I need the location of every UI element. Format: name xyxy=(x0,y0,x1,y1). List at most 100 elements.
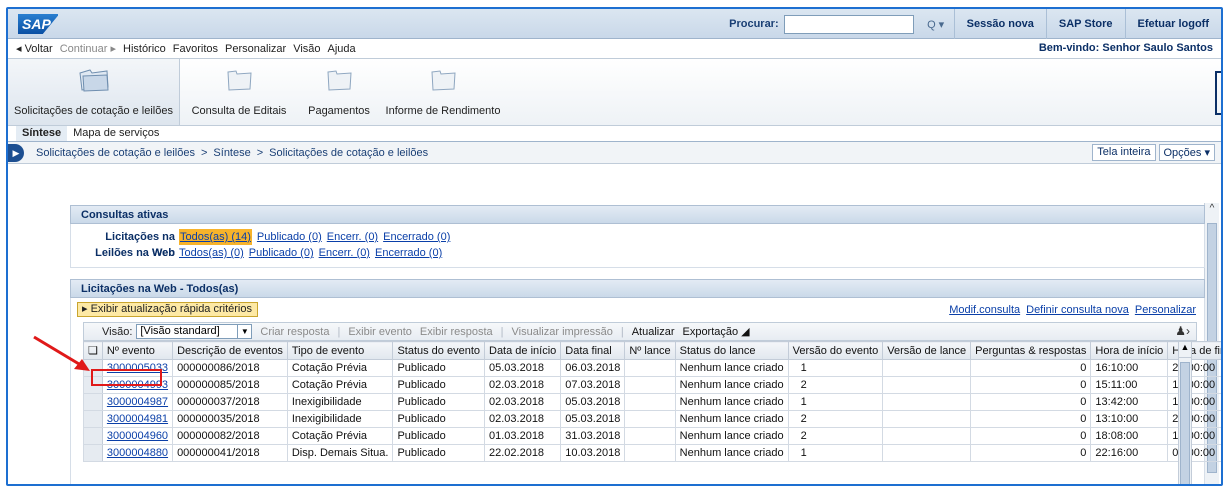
table-cell: 0 xyxy=(970,410,1092,428)
breadcrumb-separator: > xyxy=(200,146,208,159)
menu-favoritos[interactable]: Favoritos xyxy=(173,43,218,55)
table-row[interactable]: 3000004960 000000082/2018 Cotação Prévia Pu… xyxy=(83,427,1221,445)
column-header[interactable]: Hora de fim xyxy=(1167,341,1221,360)
table-cell: 0 xyxy=(970,376,1092,394)
search-input[interactable] xyxy=(783,14,914,34)
show-event-button[interactable]: Exibir evento xyxy=(348,326,412,338)
new-session-link[interactable]: Sessão nova xyxy=(953,9,1046,39)
event-number-cell[interactable]: 3000004981 xyxy=(101,410,174,428)
table-cell: Publicado xyxy=(392,427,485,445)
refresh-button[interactable]: Atualizar xyxy=(632,326,675,338)
back-button[interactable]: ◂ Voltar xyxy=(16,42,53,55)
options-button[interactable]: Opções ▾ xyxy=(1158,144,1215,161)
table-cell: 02.03.2018 xyxy=(483,376,562,394)
row-selector[interactable] xyxy=(83,393,103,411)
column-header[interactable]: Data final xyxy=(560,341,626,360)
launchpad-item-pagamentos[interactable]: Pagamentos xyxy=(298,59,380,125)
breadcrumb-item[interactable]: Síntese xyxy=(213,147,250,159)
panel-title: Consultas ativas xyxy=(70,205,1205,224)
breadcrumb-item[interactable]: Solicitações de cotação e leilões xyxy=(36,147,195,159)
sap-store-link[interactable]: SAP Store xyxy=(1045,9,1125,39)
table-row[interactable]: 3000005033 000000086/2018 Cotação Prévia Pu… xyxy=(83,359,1221,377)
auction-link-encerr[interactable]: Encerr. (0) xyxy=(319,245,370,261)
auction-link-encerrado[interactable]: Encerrado (0) xyxy=(375,245,442,261)
column-header[interactable]: Nº lance xyxy=(624,341,676,360)
new-query-link[interactable]: Definir consulta nova xyxy=(1026,304,1129,316)
query-link-encerr[interactable]: Encerr. (0) xyxy=(327,229,378,245)
scroll-up-icon[interactable]: ^ xyxy=(1205,203,1219,217)
scroll-up-icon[interactable]: ▲ xyxy=(1179,342,1191,358)
event-number-link[interactable]: 3000004981 xyxy=(107,413,168,425)
column-header[interactable]: Nº evento xyxy=(101,341,174,360)
event-number-link[interactable]: 3000004987 xyxy=(107,396,168,408)
launchpad-item-rendimento[interactable]: Informe de Rendimento xyxy=(380,59,506,125)
folder-icon xyxy=(227,70,252,91)
main-content: ^ Consultas ativas Licitações na Web Tod… xyxy=(8,188,1221,484)
column-header[interactable]: Tipo de evento xyxy=(286,341,394,360)
table-scrollbar[interactable]: ▲ xyxy=(1178,341,1192,484)
detail-nav-toggle-icon[interactable]: ▶ xyxy=(8,144,24,162)
personalize-link[interactable]: Personalizar xyxy=(1135,304,1196,316)
event-number-cell[interactable]: 3000004880 xyxy=(101,444,174,462)
user-settings-icon[interactable]: ♟› xyxy=(1175,324,1190,338)
scroll-thumb[interactable] xyxy=(1180,362,1190,484)
row-selector[interactable] xyxy=(83,427,103,445)
create-response-button[interactable]: Criar resposta xyxy=(260,326,329,338)
menu-ajuda[interactable]: Ajuda xyxy=(328,43,356,55)
quick-criteria-button[interactable]: ▸ Exibir atualização rápida critérios xyxy=(77,302,258,317)
logoff-link[interactable]: Efetuar logoff xyxy=(1124,9,1222,39)
column-header[interactable]: Versão do evento xyxy=(787,341,884,360)
view-select[interactable]: [Visão standard] ▼ xyxy=(136,324,253,339)
launchpad-item-cotacao[interactable]: Solicitações de cotação e leilões xyxy=(8,59,180,125)
export-button[interactable]: Exportação ◢ xyxy=(682,325,749,338)
column-header[interactable]: Status do evento xyxy=(392,341,485,360)
row-selector[interactable] xyxy=(83,444,103,462)
launchpad-label: Pagamentos xyxy=(308,105,370,117)
query-link-encerrado[interactable]: Encerrado (0) xyxy=(383,229,450,245)
column-header[interactable]: Perguntas & respostas xyxy=(970,341,1092,360)
column-header[interactable]: Descrição de eventos xyxy=(172,341,288,360)
table-header-row: ❏ Nº evento Descrição de eventos Tipo de… xyxy=(83,341,1221,360)
tender-list-panel: Licitações na Web - Todos(as) ▸ Exibir a… xyxy=(70,279,1221,484)
column-header[interactable]: Data de início xyxy=(483,341,562,360)
column-header[interactable]: Status do lance xyxy=(674,341,789,360)
fullscreen-button[interactable]: Tela inteira xyxy=(1092,144,1156,161)
table-cell: 05.03.2018 xyxy=(560,410,626,428)
tab-mapa-servicos[interactable]: Mapa de serviços xyxy=(67,126,165,141)
table-row[interactable]: 3000004981 000000035/2018 Inexigibilidade P… xyxy=(83,410,1221,428)
column-header[interactable]: Versão de lance xyxy=(882,341,972,360)
row-selector[interactable] xyxy=(83,410,103,428)
event-number-cell[interactable]: 3000004987 xyxy=(101,393,174,411)
launchpad-scroll-handle[interactable] xyxy=(1215,71,1221,115)
menu-visao[interactable]: Visão xyxy=(293,43,320,55)
menu-personalizar[interactable]: Personalizar xyxy=(225,43,286,55)
table-cell: 000000082/2018 xyxy=(172,427,288,445)
query-link-todos[interactable]: Todos(as) (14) xyxy=(179,229,252,245)
menu-historico[interactable]: Histórico xyxy=(123,43,166,55)
print-preview-button[interactable]: Visualizar impressão xyxy=(512,326,613,338)
forward-button[interactable]: Continuar ▸ xyxy=(60,42,116,55)
table-cell: Inexigibilidade xyxy=(286,393,394,411)
tab-sintese[interactable]: Síntese xyxy=(16,126,68,141)
search-icon[interactable]: Q ▾ xyxy=(918,15,954,34)
auction-link-todos[interactable]: Todos(as) (0) xyxy=(179,245,244,261)
table-row[interactable]: 3000004993 000000085/2018 Cotação Prévia Pu… xyxy=(83,376,1221,394)
auction-link-publicado[interactable]: Publicado (0) xyxy=(249,245,314,261)
table-cell: 13:10:00 xyxy=(1090,410,1169,428)
event-number-link[interactable]: 3000004960 xyxy=(107,430,168,442)
folder-icon xyxy=(327,70,352,91)
web-queries-row: Licitações na Web Todos(as) (14) Publica… xyxy=(81,229,1194,259)
event-number-cell[interactable]: 3000004960 xyxy=(101,427,174,445)
toolbar-divider: | xyxy=(620,325,624,338)
table-cell: 04:00:00 xyxy=(1167,444,1221,462)
modify-query-link[interactable]: Modif.consulta xyxy=(949,304,1020,316)
launchpad-item-editais[interactable]: Consulta de Editais xyxy=(180,59,298,125)
column-header[interactable]: Hora de início xyxy=(1090,341,1169,360)
show-response-button[interactable]: Exibir resposta xyxy=(420,326,493,338)
quick-criteria-row: ▸ Exibir atualização rápida critérios Mo… xyxy=(71,298,1204,322)
table-row[interactable]: 3000004880 000000041/2018 Disp. Demais Sit… xyxy=(83,444,1221,462)
table-cell: 14:00:00 xyxy=(1167,427,1221,445)
event-number-link[interactable]: 3000004880 xyxy=(107,447,168,459)
query-link-publicado[interactable]: Publicado (0) xyxy=(257,229,322,245)
table-row[interactable]: 3000004987 000000037/2018 Inexigibilidade P… xyxy=(83,393,1221,411)
